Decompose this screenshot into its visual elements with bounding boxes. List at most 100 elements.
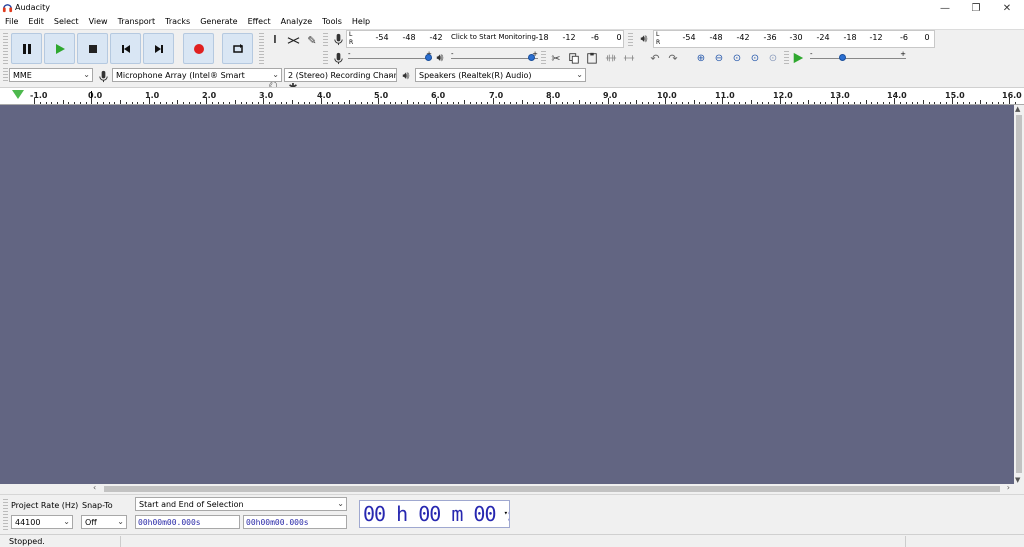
snap-to-select[interactable]: Off ⌄ <box>81 515 127 529</box>
scroll-down-icon[interactable]: ▼ <box>1015 476 1020 484</box>
silence-audio-button[interactable] <box>621 50 637 66</box>
project-rate-value: 44100 <box>15 518 41 527</box>
ruler-tick <box>561 102 563 104</box>
playback-speed-slider[interactable]: - + <box>810 50 906 65</box>
pause-button[interactable] <box>11 33 42 64</box>
selection-start-time[interactable]: 00h00m00.000s <box>135 515 240 529</box>
play-button[interactable] <box>44 33 75 64</box>
ruler-tick <box>56 102 58 104</box>
envelope-tool-button[interactable] <box>285 32 301 48</box>
ruler-tick <box>802 102 804 104</box>
device-toolbar-grip[interactable] <box>3 68 8 82</box>
redo-button[interactable]: ↷ <box>665 50 681 66</box>
recording-device-select[interactable]: Microphone Array (Intel® Smart ⌄ <box>112 68 282 82</box>
menu-help[interactable]: Help <box>347 16 375 29</box>
playback-meter[interactable]: LR -54 -48 -42 -36 -30 -24 -18 -12 -6 0 <box>653 30 935 48</box>
skip-to-end-button[interactable] <box>143 33 174 64</box>
play-head-triangle-icon[interactable] <box>12 90 24 99</box>
chevron-down-icon[interactable]: ▾ <box>504 509 508 517</box>
selection-end-time[interactable]: 00h00m00.000s <box>243 515 347 529</box>
playback-device-select[interactable]: Speakers (Realtek(R) Audio) ⌄ <box>415 68 586 82</box>
ruler-tick <box>114 102 116 104</box>
loop-button[interactable] <box>222 33 253 64</box>
menu-edit[interactable]: Edit <box>23 16 49 29</box>
edit-toolbar-grip[interactable] <box>541 51 546 64</box>
ruler-tick <box>550 98 552 104</box>
ruler-tick <box>188 102 190 104</box>
record-meter-tick: -18 <box>535 33 549 42</box>
play-at-speed-button[interactable] <box>790 50 806 66</box>
mixer-toolbar-grip[interactable] <box>323 51 328 64</box>
scroll-left-icon[interactable]: ‹ <box>93 483 96 492</box>
record-button[interactable] <box>183 33 214 64</box>
draw-tool-button[interactable]: ✎ <box>304 32 320 48</box>
ruler-tick <box>859 102 861 104</box>
selection-mode-select[interactable]: Start and End of Selection ⌄ <box>135 497 347 511</box>
playback-meter-speaker-button[interactable]: 🔊︎ <box>636 31 652 47</box>
selection-tool-button[interactable]: 𝐈 <box>267 32 283 48</box>
cut-button[interactable]: ✂ <box>548 50 564 66</box>
minimize-button[interactable]: — <box>930 0 960 16</box>
playback-volume-thumb[interactable] <box>528 54 535 61</box>
scroll-up-icon[interactable]: ▲ <box>1015 105 1020 113</box>
stop-button[interactable] <box>77 33 108 64</box>
paste-button[interactable] <box>584 50 600 66</box>
playback-speed-thumb[interactable] <box>839 54 846 61</box>
recording-channels-value: 2 (Stereo) Recording Chann <box>288 71 397 80</box>
menu-generate[interactable]: Generate <box>195 16 242 29</box>
track-panel[interactable] <box>0 105 1014 484</box>
ruler-tick <box>360 102 362 104</box>
recording-volume-thumb[interactable] <box>425 54 432 61</box>
playback-meter-grip[interactable] <box>628 33 633 46</box>
menu-analyze[interactable]: Analyze <box>276 16 318 29</box>
start-monitoring-prompt[interactable]: Click to Start Monitoring <box>451 33 536 41</box>
ruler-tick <box>682 102 684 104</box>
maximize-button[interactable]: ❐ <box>961 0 991 16</box>
i-beam-icon: 𝐈 <box>273 33 277 46</box>
audio-host-select[interactable]: MME ⌄ <box>9 68 93 82</box>
project-rate-select[interactable]: 44100 ⌄ <box>11 515 73 529</box>
zoom-in-button[interactable]: ⊕ <box>693 50 709 66</box>
timeline-ruler[interactable]: -1.0 0.0 1.0 2.0 3.0 4.0 5.0 6.0 7.0 8.0… <box>0 87 1024 105</box>
undo-button[interactable]: ↶ <box>647 50 663 66</box>
menu-effect[interactable]: Effect <box>243 16 276 29</box>
record-meter-grip[interactable] <box>323 33 328 46</box>
menu-file[interactable]: File <box>0 16 23 29</box>
audio-position-display[interactable]: 00 h 00 m 00 s ▾ <box>359 500 510 528</box>
zoom-toggle-button[interactable]: ⊙ <box>765 50 781 66</box>
record-meter-mic-button[interactable] <box>330 31 346 47</box>
ruler-tick <box>900 102 901 104</box>
menu-transport[interactable]: Transport <box>113 16 161 29</box>
horizontal-scroll-thumb[interactable] <box>104 486 1000 492</box>
close-button[interactable]: ✕ <box>992 0 1022 16</box>
menu-view[interactable]: View <box>84 16 113 29</box>
scroll-right-icon[interactable]: › <box>1007 483 1010 492</box>
slider-plus: + <box>900 50 906 58</box>
tools-toolbar-grip[interactable] <box>259 33 264 64</box>
record-meter[interactable]: LR -54 -48 -42 Click to Start Monitoring… <box>346 30 624 48</box>
trim-audio-button[interactable] <box>603 50 619 66</box>
menu-tools[interactable]: Tools <box>317 16 347 29</box>
vertical-scrollbar[interactable]: ▲ ▼ <box>1014 105 1024 484</box>
play-at-speed-grip[interactable] <box>784 51 789 64</box>
skip-to-start-button[interactable] <box>110 33 141 64</box>
transport-toolbar-grip[interactable] <box>3 33 8 64</box>
ruler-tick <box>332 102 334 104</box>
vertical-scroll-thumb[interactable] <box>1016 115 1022 473</box>
horizontal-scrollbar[interactable]: ‹ › <box>90 483 1014 494</box>
project-rate-label: Project Rate (Hz) <box>11 501 79 510</box>
menu-select[interactable]: Select <box>49 16 84 29</box>
ruler-tick <box>378 98 380 104</box>
selection-toolbar-grip[interactable] <box>3 499 8 531</box>
zoom-out-button[interactable]: ⊖ <box>711 50 727 66</box>
fit-project-icon: ⊙ <box>750 52 760 64</box>
ruler-tick <box>383 102 385 104</box>
recording-volume-slider[interactable]: - + <box>348 50 432 65</box>
playback-volume-slider[interactable]: - + <box>451 50 538 65</box>
fit-selection-button[interactable]: ⊙ <box>729 50 745 66</box>
menu-tracks[interactable]: Tracks <box>160 16 195 29</box>
ruler-tick <box>705 102 706 104</box>
fit-project-button[interactable]: ⊙ <box>747 50 763 66</box>
copy-button[interactable] <box>566 50 582 66</box>
recording-channels-select[interactable]: 2 (Stereo) Recording Chann ⌄ <box>284 68 397 82</box>
